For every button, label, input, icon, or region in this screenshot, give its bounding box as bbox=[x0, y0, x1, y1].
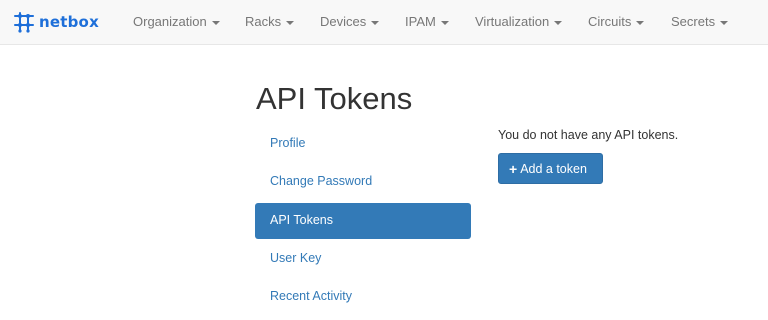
nav-devices[interactable]: Devices bbox=[320, 14, 380, 29]
sidebar-item-label: Profile bbox=[270, 136, 306, 150]
caret-down-icon bbox=[440, 20, 449, 25]
brand-link[interactable]: netbox bbox=[13, 11, 99, 33]
nav-virtualization[interactable]: Virtualization bbox=[475, 14, 563, 29]
brand-name: netbox bbox=[39, 13, 99, 31]
caret-down-icon bbox=[720, 20, 729, 25]
page-title: API Tokens bbox=[256, 81, 413, 116]
nav-racks-label: Racks bbox=[245, 14, 282, 29]
sidebar-item-recent-activity[interactable]: Recent Activity bbox=[255, 279, 471, 315]
caret-down-icon bbox=[636, 20, 645, 25]
nav-circuits[interactable]: Circuits bbox=[588, 14, 645, 29]
sidebar-item-profile[interactable]: Profile bbox=[255, 126, 471, 162]
nav-secrets[interactable]: Secrets bbox=[671, 14, 729, 29]
netbox-logo-icon bbox=[13, 11, 35, 33]
nav-ipam[interactable]: IPAM bbox=[405, 14, 449, 29]
caret-down-icon bbox=[371, 20, 380, 25]
sidebar-item-label: Recent Activity bbox=[270, 289, 352, 303]
nav-circuits-label: Circuits bbox=[588, 14, 632, 29]
caret-down-icon bbox=[211, 20, 220, 25]
plus-icon: + bbox=[509, 160, 518, 177]
sidebar-item-label: Change Password bbox=[270, 174, 373, 188]
sidebar-item-label: API Tokens bbox=[270, 213, 334, 227]
nav-secrets-label: Secrets bbox=[671, 14, 716, 29]
nav-racks[interactable]: Racks bbox=[245, 14, 295, 29]
nav-ipam-label: IPAM bbox=[405, 14, 436, 29]
top-navbar: netbox Organization Racks Devices IPAM V… bbox=[0, 0, 768, 45]
nav-organization-label: Organization bbox=[133, 14, 207, 29]
empty-tokens-message: You do not have any API tokens. bbox=[498, 128, 679, 142]
sidebar-item-api-tokens[interactable]: API Tokens bbox=[255, 203, 471, 239]
add-token-button-label: Add a token bbox=[520, 161, 587, 176]
sidebar-item-user-key[interactable]: User Key bbox=[255, 241, 471, 277]
sidebar-item-change-password[interactable]: Change Password bbox=[255, 164, 471, 200]
nav-virtualization-label: Virtualization bbox=[475, 14, 550, 29]
nav-devices-label: Devices bbox=[320, 14, 367, 29]
sidebar-item-label: User Key bbox=[270, 251, 322, 265]
add-token-button[interactable]: + Add a token bbox=[498, 153, 603, 184]
caret-down-icon bbox=[554, 20, 563, 25]
nav-organization[interactable]: Organization bbox=[133, 14, 220, 29]
caret-down-icon bbox=[286, 20, 295, 25]
